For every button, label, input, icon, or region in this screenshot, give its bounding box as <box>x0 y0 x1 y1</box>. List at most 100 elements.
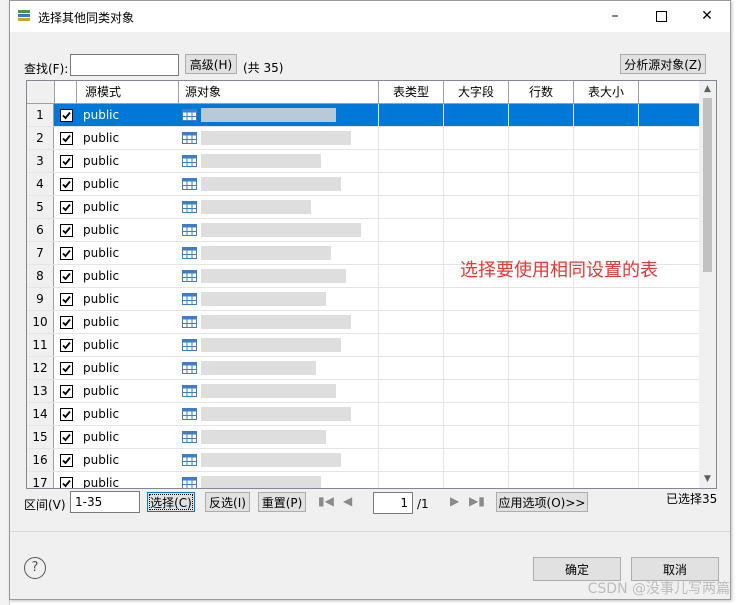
object-table: 源模式 源对象 表类型 大字段 行数 表大小 1 public 2 public 3 pu… <box>26 80 717 489</box>
column-divider <box>443 104 444 127</box>
checkmark-icon <box>62 203 71 212</box>
row-checkbox[interactable] <box>60 385 73 398</box>
column-divider <box>378 472 379 488</box>
row-schema: public <box>83 223 120 237</box>
column-divider <box>443 311 444 334</box>
table-row[interactable]: 17 public <box>27 472 699 488</box>
table-row[interactable]: 10 public <box>27 311 699 334</box>
table-row[interactable]: 3 public <box>27 150 699 173</box>
table-icon <box>182 201 197 213</box>
column-divider <box>508 288 509 311</box>
next-page-icon[interactable]: ▶ <box>450 494 459 508</box>
scroll-up-icon[interactable]: ▲ <box>699 81 716 98</box>
obscured-object-name <box>201 154 321 168</box>
row-checkbox[interactable] <box>60 270 73 283</box>
analyze-source-button[interactable]: 分析源对象(Z) <box>620 54 706 74</box>
row-number: 13 <box>27 380 54 402</box>
row-checkbox[interactable] <box>60 293 73 306</box>
row-checkbox[interactable] <box>60 155 73 168</box>
close-button[interactable]: ✕ <box>684 1 730 32</box>
row-checkbox[interactable] <box>60 454 73 467</box>
scroll-down-icon[interactable]: ▼ <box>699 471 716 488</box>
column-divider <box>508 334 509 357</box>
row-checkbox[interactable] <box>60 224 73 237</box>
column-divider <box>638 357 639 380</box>
apply-options-button[interactable]: 应用选项(O)>> <box>496 492 588 512</box>
reset-button[interactable]: 重置(P) <box>258 492 306 512</box>
header-table-size[interactable]: 表大小 <box>574 81 639 103</box>
maximize-button[interactable] <box>638 1 684 32</box>
column-divider <box>508 150 509 173</box>
table-icon <box>182 362 197 374</box>
table-header: 源模式 源对象 表类型 大字段 行数 表大小 <box>27 81 699 104</box>
row-checkbox[interactable] <box>60 178 73 191</box>
column-divider <box>443 219 444 242</box>
table-row[interactable]: 11 public <box>27 334 699 357</box>
select-button[interactable]: 选择(C) <box>147 492 195 512</box>
window-title: 选择其他同类对象 <box>38 11 135 25</box>
row-checkbox[interactable] <box>60 431 73 444</box>
minimize-button[interactable]: – <box>592 1 638 32</box>
page-input[interactable]: 1 <box>373 492 413 514</box>
checkmark-icon <box>62 272 71 281</box>
row-checkbox[interactable] <box>60 362 73 375</box>
row-checkbox[interactable] <box>60 316 73 329</box>
table-icon <box>182 339 197 351</box>
table-row[interactable]: 1 public <box>27 104 699 127</box>
column-divider <box>573 426 574 449</box>
row-checkbox[interactable] <box>60 132 73 145</box>
column-divider <box>378 196 379 219</box>
row-checkbox[interactable] <box>60 247 73 260</box>
watermark: CSDN @没事儿写两篇 <box>587 581 730 597</box>
table-row[interactable]: 16 public <box>27 449 699 472</box>
header-source-object[interactable]: 源对象 <box>179 81 379 103</box>
table-icon <box>182 155 197 167</box>
table-row[interactable]: 13 public <box>27 380 699 403</box>
table-row[interactable]: 2 public <box>27 127 699 150</box>
row-number: 2 <box>27 127 54 149</box>
table-row[interactable]: 4 public <box>27 173 699 196</box>
last-page-icon[interactable]: ▶▮ <box>469 494 485 508</box>
row-checkbox[interactable] <box>60 408 73 421</box>
column-divider <box>638 403 639 426</box>
range-input[interactable]: 1-35 <box>70 491 140 513</box>
prev-page-icon[interactable]: ◀ <box>343 494 352 508</box>
row-number: 7 <box>27 242 54 264</box>
row-checkbox[interactable] <box>60 477 73 488</box>
obscured-object-name <box>201 269 346 283</box>
advanced-button[interactable]: 高级(H) <box>185 54 237 74</box>
table-row[interactable]: 15 public <box>27 426 699 449</box>
annotation-text: 选择要使用相同设置的表 <box>460 260 658 281</box>
row-checkbox[interactable] <box>60 339 73 352</box>
search-input[interactable] <box>70 54 179 76</box>
table-icon <box>182 431 197 443</box>
table-row[interactable]: 6 public <box>27 219 699 242</box>
row-number: 16 <box>27 449 54 471</box>
checkmark-icon <box>62 410 71 419</box>
invert-button[interactable]: 反选(I) <box>205 492 250 512</box>
scroll-thumb[interactable] <box>703 98 712 272</box>
table-row[interactable]: 14 public <box>27 403 699 426</box>
table-icon <box>182 385 197 397</box>
column-divider <box>638 104 639 127</box>
column-divider <box>378 219 379 242</box>
header-large-field[interactable]: 大字段 <box>444 81 509 103</box>
column-divider <box>573 173 574 196</box>
row-number: 1 <box>27 104 54 126</box>
column-divider <box>378 380 379 403</box>
row-checkbox[interactable] <box>60 201 73 214</box>
row-checkbox[interactable] <box>60 109 73 122</box>
table-row[interactable]: 9 public <box>27 288 699 311</box>
column-divider <box>378 334 379 357</box>
column-divider <box>508 219 509 242</box>
first-page-icon[interactable]: ▮◀ <box>318 494 334 508</box>
header-table-type[interactable]: 表类型 <box>379 81 444 103</box>
table-icon <box>182 270 197 282</box>
header-row-count[interactable]: 行数 <box>509 81 574 103</box>
help-icon[interactable]: ? <box>24 557 46 579</box>
header-check[interactable] <box>55 81 77 103</box>
table-row[interactable]: 12 public <box>27 357 699 380</box>
header-source-schema[interactable]: 源模式 <box>77 81 179 103</box>
table-row[interactable]: 5 public <box>27 196 699 219</box>
vertical-scrollbar[interactable]: ▲ ▼ <box>699 81 716 488</box>
